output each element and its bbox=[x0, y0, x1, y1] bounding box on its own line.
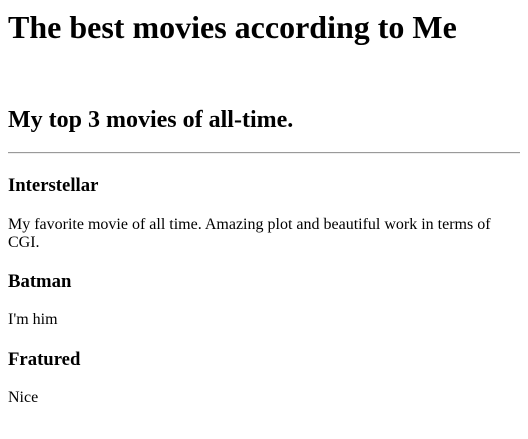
page-subtitle: My top 3 movies of all-time. bbox=[8, 107, 294, 133]
movie-title: Batman bbox=[8, 271, 72, 292]
page-title: The best movies according to Me bbox=[8, 9, 457, 45]
movie-description: I'm him bbox=[8, 311, 58, 328]
movie-description: Nice bbox=[8, 389, 39, 406]
movie-entry-fratured: Fratured Nice bbox=[8, 349, 520, 407]
movie-title: Interstellar bbox=[8, 175, 99, 196]
movie-title: Fratured bbox=[8, 349, 81, 370]
movie-description: My favorite movie of all time. Amazing p… bbox=[8, 216, 491, 251]
page-content: The best movies according to Me My top 3… bbox=[0, 0, 528, 407]
divider bbox=[8, 152, 520, 154]
movie-entry-batman: Batman I'm him bbox=[8, 271, 520, 329]
movie-entry-interstellar: Interstellar My favorite movie of all ti… bbox=[8, 175, 520, 252]
